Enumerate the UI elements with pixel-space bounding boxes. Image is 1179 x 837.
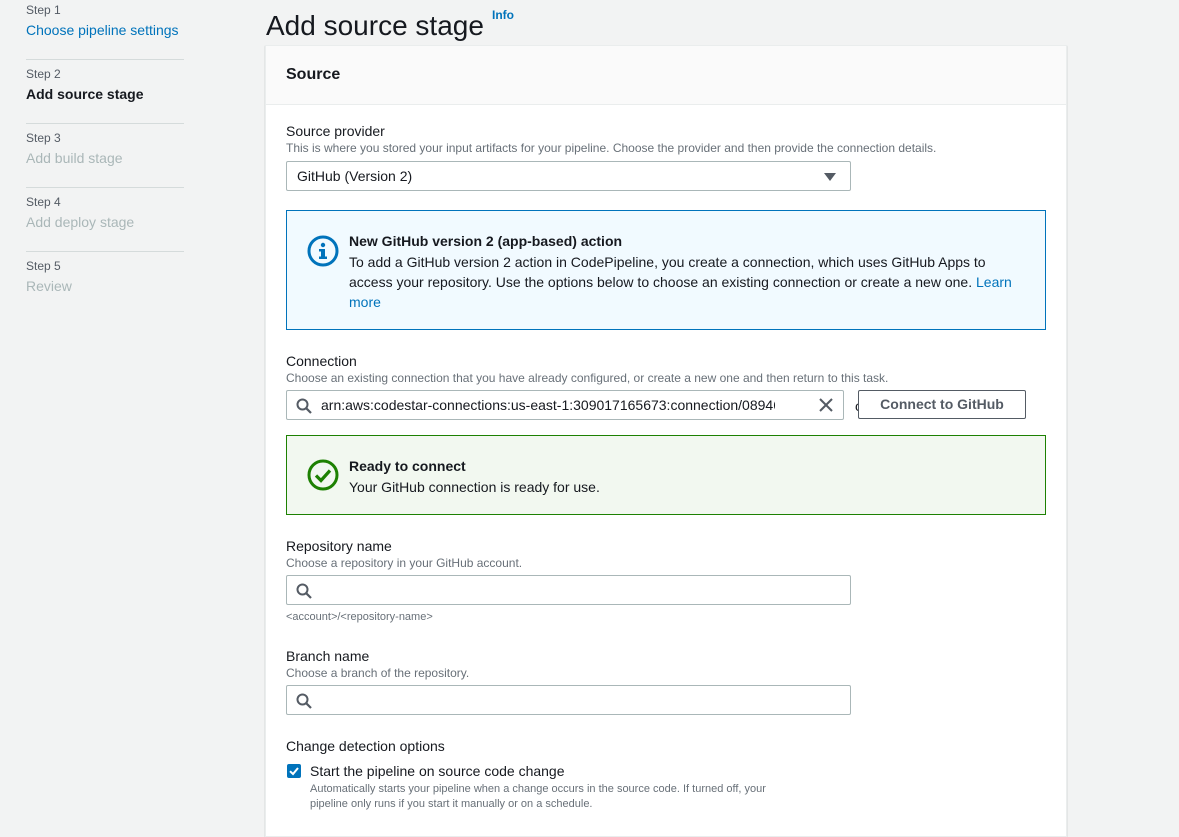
step-label-add-deploy-stage: Add deploy stage bbox=[26, 214, 135, 230]
container-title: Source bbox=[286, 66, 341, 83]
info-alert: New GitHub version 2 (app-based) action … bbox=[286, 210, 1046, 330]
source-provider-label: Source provider bbox=[286, 123, 385, 139]
branch-name-description: Choose a branch of the repository. bbox=[286, 666, 470, 680]
page-title: Add source stage bbox=[266, 9, 484, 41]
connect-to-github-button[interactable]: Connect to GitHub bbox=[858, 390, 1026, 419]
step-number: Step 4 bbox=[26, 195, 61, 209]
connection-description: Choose an existing connection that you h… bbox=[286, 371, 889, 385]
connection-search-input[interactable]: arn:aws:codestar-connections:us-east-1:3… bbox=[286, 390, 844, 420]
step-number: Step 3 bbox=[26, 131, 61, 145]
search-icon bbox=[296, 398, 312, 414]
info-link[interactable]: Info bbox=[492, 8, 514, 22]
repository-name-label: Repository name bbox=[286, 538, 392, 554]
source-container: Source Source provider This is where you… bbox=[265, 45, 1067, 837]
connection-label: Connection bbox=[286, 353, 357, 369]
branch-name-input[interactable] bbox=[286, 685, 851, 715]
branch-name-label: Branch name bbox=[286, 648, 370, 664]
success-alert-body: Your GitHub connection is ready for use. bbox=[349, 479, 600, 495]
step-1: Step 1 Choose pipeline settings bbox=[26, 0, 184, 60]
source-provider-select[interactable]: GitHub (Version 2) bbox=[286, 161, 851, 191]
step-number: Step 1 bbox=[26, 3, 61, 17]
info-alert-title: New GitHub version 2 (app-based) action bbox=[349, 233, 623, 249]
search-icon bbox=[296, 693, 312, 709]
success-alert: Ready to connect Your GitHub connection … bbox=[286, 435, 1046, 515]
start-pipeline-checkbox[interactable] bbox=[287, 764, 301, 778]
step-label-review: Review bbox=[26, 278, 72, 294]
start-pipeline-description-line-1: Automatically starts your pipeline when … bbox=[310, 783, 766, 795]
step-3: Step 3 Add build stage bbox=[26, 124, 184, 188]
source-provider-description: This is where you stored your input arti… bbox=[286, 141, 937, 155]
connection-value: arn:aws:codestar-connections:us-east-1:3… bbox=[321, 397, 775, 413]
step-5: Step 5 Review bbox=[26, 252, 184, 315]
step-label-add-build-stage: Add build stage bbox=[26, 150, 123, 166]
repository-name-input[interactable] bbox=[286, 575, 851, 605]
step-4: Step 4 Add deploy stage bbox=[26, 188, 184, 252]
repository-name-hint: <account>/<repository-name> bbox=[286, 611, 433, 623]
source-provider-value: GitHub (Version 2) bbox=[297, 168, 413, 184]
step-link-choose-pipeline-settings[interactable]: Choose pipeline settings bbox=[26, 22, 179, 38]
wizard-steps: Step 1 Choose pipeline settings Step 2 A… bbox=[26, 0, 184, 315]
info-icon bbox=[307, 235, 339, 267]
info-alert-body: To add a GitHub version 2 action in Code… bbox=[349, 252, 1029, 312]
start-pipeline-label: Start the pipeline on source code change bbox=[310, 763, 565, 779]
success-icon bbox=[307, 459, 339, 491]
step-2: Step 2 Add source stage bbox=[26, 60, 184, 124]
start-pipeline-description-line-2: pipeline only runs if you start it manua… bbox=[310, 798, 593, 810]
start-pipeline-description: Automatically starts your pipeline when … bbox=[310, 782, 766, 812]
search-icon bbox=[296, 583, 312, 599]
container-header: Source bbox=[266, 46, 1066, 105]
step-label-add-source-stage: Add source stage bbox=[26, 86, 144, 102]
repository-name-description: Choose a repository in your GitHub accou… bbox=[286, 556, 523, 570]
clear-icon[interactable] bbox=[819, 398, 833, 412]
info-alert-text: To add a GitHub version 2 action in Code… bbox=[349, 254, 986, 290]
step-number: Step 2 bbox=[26, 67, 61, 81]
change-detection-label: Change detection options bbox=[286, 738, 445, 754]
checkmark-icon bbox=[289, 767, 299, 776]
success-alert-title: Ready to connect bbox=[349, 458, 466, 474]
caret-down-icon bbox=[824, 173, 836, 181]
step-number: Step 5 bbox=[26, 259, 61, 273]
